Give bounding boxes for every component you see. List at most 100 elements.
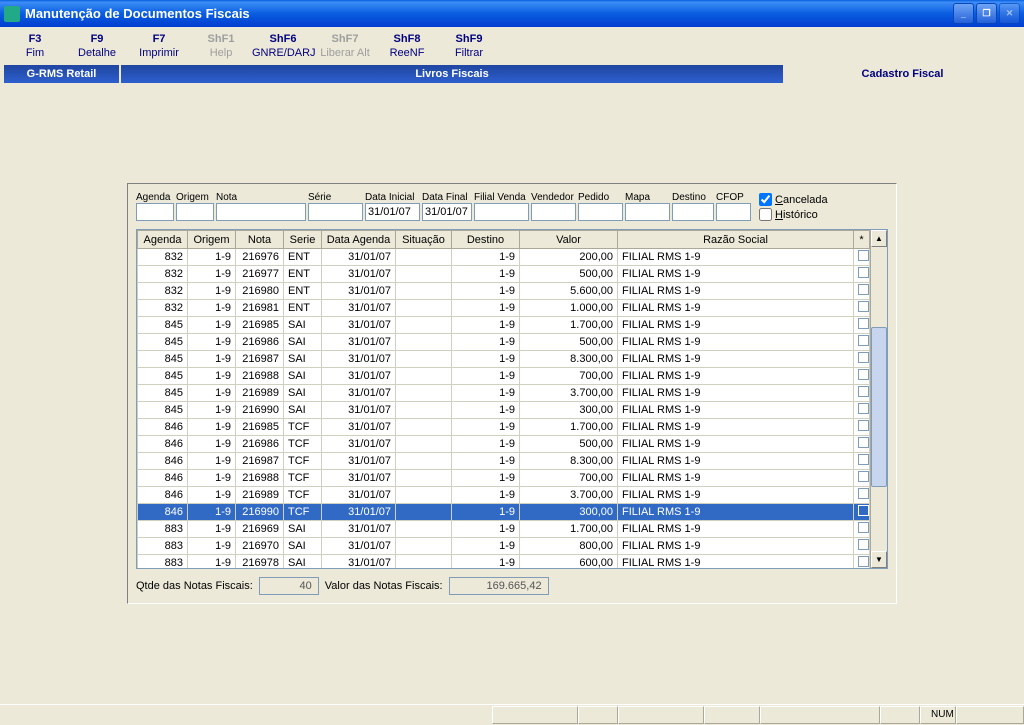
label-cancelada[interactable]: Cancelada: [775, 194, 828, 206]
row-checkbox[interactable]: [858, 318, 869, 329]
toolbar-f3[interactable]: F3Fim: [4, 33, 66, 59]
toolbar-f9[interactable]: F9Detalhe: [66, 33, 128, 59]
scroll-up-button[interactable]: ▲: [871, 230, 887, 247]
scroll-thumb[interactable]: [871, 327, 887, 487]
input-data-final[interactable]: [422, 203, 472, 221]
main-panel: Agenda Origem Nota Série Data Inicial Da…: [127, 183, 897, 604]
input-pedido[interactable]: [578, 203, 623, 221]
table-row[interactable]: 8461-9216988TCF31/01/071-9700,00FILIAL R…: [138, 470, 870, 487]
close-button[interactable]: ✕: [999, 3, 1020, 24]
nav-right[interactable]: Cadastro Fiscal: [785, 65, 1020, 83]
window-title: Manutenção de Documentos Fiscais: [25, 6, 953, 21]
table-row[interactable]: 8461-9216989TCF31/01/071-93.700,00FILIAL…: [138, 487, 870, 504]
row-checkbox[interactable]: [858, 284, 869, 295]
row-checkbox[interactable]: [858, 369, 869, 380]
checkbox-historico[interactable]: [759, 208, 772, 221]
label-pedido: Pedido: [578, 192, 623, 203]
scroll-track[interactable]: [871, 247, 887, 551]
table-row[interactable]: 8461-9216986TCF31/01/071-9500,00FILIAL R…: [138, 436, 870, 453]
row-checkbox[interactable]: [858, 454, 869, 465]
status-cell-num: NUM: [920, 706, 956, 724]
table-row[interactable]: 8321-9216976ENT31/01/071-9200,00FILIAL R…: [138, 249, 870, 266]
table-row[interactable]: 8831-9216970SAI31/01/071-9800,00FILIAL R…: [138, 538, 870, 555]
row-checkbox[interactable]: [858, 471, 869, 482]
column-header[interactable]: Agenda: [138, 231, 188, 249]
table-row[interactable]: 8321-9216980ENT31/01/071-95.600,00FILIAL…: [138, 283, 870, 300]
row-checkbox[interactable]: [858, 335, 869, 346]
row-checkbox[interactable]: [858, 556, 869, 567]
input-data-inicial[interactable]: [365, 203, 420, 221]
row-checkbox[interactable]: [858, 539, 869, 550]
table-row[interactable]: 8321-9216981ENT31/01/071-91.000,00FILIAL…: [138, 300, 870, 317]
window-controls: _ ❐ ✕: [953, 3, 1020, 24]
app-icon: [4, 6, 20, 22]
toolbar-f7[interactable]: F7Imprimir: [128, 33, 190, 59]
toolbar-shf6[interactable]: ShF6GNRE/DARJ: [252, 33, 314, 59]
table-row[interactable]: 8831-9216969SAI31/01/071-91.700,00FILIAL…: [138, 521, 870, 538]
table-row[interactable]: 8831-9216978SAI31/01/071-9600,00FILIAL R…: [138, 555, 870, 569]
column-header[interactable]: *: [854, 231, 870, 249]
table-row[interactable]: 8461-9216987TCF31/01/071-98.300,00FILIAL…: [138, 453, 870, 470]
input-mapa[interactable]: [625, 203, 670, 221]
column-header[interactable]: Destino: [452, 231, 520, 249]
input-destino[interactable]: [672, 203, 714, 221]
label-filial-venda: Filial Venda: [474, 192, 529, 203]
toolbar-shf8[interactable]: ShF8ReeNF: [376, 33, 438, 59]
vertical-scrollbar[interactable]: ▲ ▼: [870, 230, 887, 568]
column-header[interactable]: Nota: [236, 231, 284, 249]
column-header[interactable]: Origem: [188, 231, 236, 249]
input-origem[interactable]: [176, 203, 214, 221]
column-header[interactable]: Razão Social: [618, 231, 854, 249]
table-row[interactable]: 8461-9216985TCF31/01/071-91.700,00FILIAL…: [138, 419, 870, 436]
grid-header-row: AgendaOrigemNotaSerieData AgendaSituação…: [138, 231, 870, 249]
input-nota[interactable]: [216, 203, 306, 221]
table-row[interactable]: 8451-9216985SAI31/01/071-91.700,00FILIAL…: [138, 317, 870, 334]
column-header[interactable]: Situação: [396, 231, 452, 249]
filter-row: Agenda Origem Nota Série Data Inicial Da…: [136, 192, 888, 221]
toolbar-shf7: ShF7Liberar Alt: [314, 33, 376, 59]
maximize-button[interactable]: ❐: [976, 3, 997, 24]
row-checkbox[interactable]: [858, 505, 869, 516]
table-row[interactable]: 8461-9216990TCF31/01/071-9300,00FILIAL R…: [138, 504, 870, 521]
status-bar: NUM: [0, 704, 1024, 725]
row-checkbox[interactable]: [858, 403, 869, 414]
table-row[interactable]: 8451-9216988SAI31/01/071-9700,00FILIAL R…: [138, 368, 870, 385]
nav-center[interactable]: Livros Fiscais: [119, 65, 785, 83]
label-vendedor: Vendedor: [531, 192, 576, 203]
row-checkbox[interactable]: [858, 352, 869, 363]
column-header[interactable]: Serie: [284, 231, 322, 249]
input-filial-venda[interactable]: [474, 203, 529, 221]
minimize-button[interactable]: _: [953, 3, 974, 24]
row-checkbox[interactable]: [858, 522, 869, 533]
row-checkbox[interactable]: [858, 250, 869, 261]
status-cell-gap: [760, 706, 880, 724]
toolbar-shf9[interactable]: ShF9Filtrar: [438, 33, 500, 59]
row-checkbox[interactable]: [858, 420, 869, 431]
checkbox-cancelada[interactable]: [759, 193, 772, 206]
table-row[interactable]: 8451-9216987SAI31/01/071-98.300,00FILIAL…: [138, 351, 870, 368]
table-row[interactable]: 8451-9216990SAI31/01/071-9300,00FILIAL R…: [138, 402, 870, 419]
input-vendedor[interactable]: [531, 203, 576, 221]
label-data-final: Data Final: [422, 192, 472, 203]
table-row[interactable]: 8451-9216986SAI31/01/071-9500,00FILIAL R…: [138, 334, 870, 351]
label-historico[interactable]: Histórico: [775, 209, 818, 221]
column-header[interactable]: Data Agenda: [322, 231, 396, 249]
input-cfop[interactable]: [716, 203, 751, 221]
label-destino: Destino: [672, 192, 714, 203]
row-checkbox[interactable]: [858, 488, 869, 499]
input-serie[interactable]: [308, 203, 363, 221]
navigation-bar: G-RMS Retail Livros Fiscais Cadastro Fis…: [4, 65, 1020, 83]
table-row[interactable]: 8321-9216977ENT31/01/071-9500,00FILIAL R…: [138, 266, 870, 283]
row-checkbox[interactable]: [858, 301, 869, 312]
table-row[interactable]: 8451-9216989SAI31/01/071-93.700,00FILIAL…: [138, 385, 870, 402]
status-cell-4: [704, 706, 760, 724]
row-checkbox[interactable]: [858, 386, 869, 397]
scroll-down-button[interactable]: ▼: [871, 551, 887, 568]
column-header[interactable]: Valor: [520, 231, 618, 249]
label-agenda: Agenda: [136, 192, 174, 203]
row-checkbox[interactable]: [858, 267, 869, 278]
input-agenda[interactable]: [136, 203, 174, 221]
row-checkbox[interactable]: [858, 437, 869, 448]
nav-left[interactable]: G-RMS Retail: [4, 65, 119, 83]
status-cell-3: [618, 706, 704, 724]
